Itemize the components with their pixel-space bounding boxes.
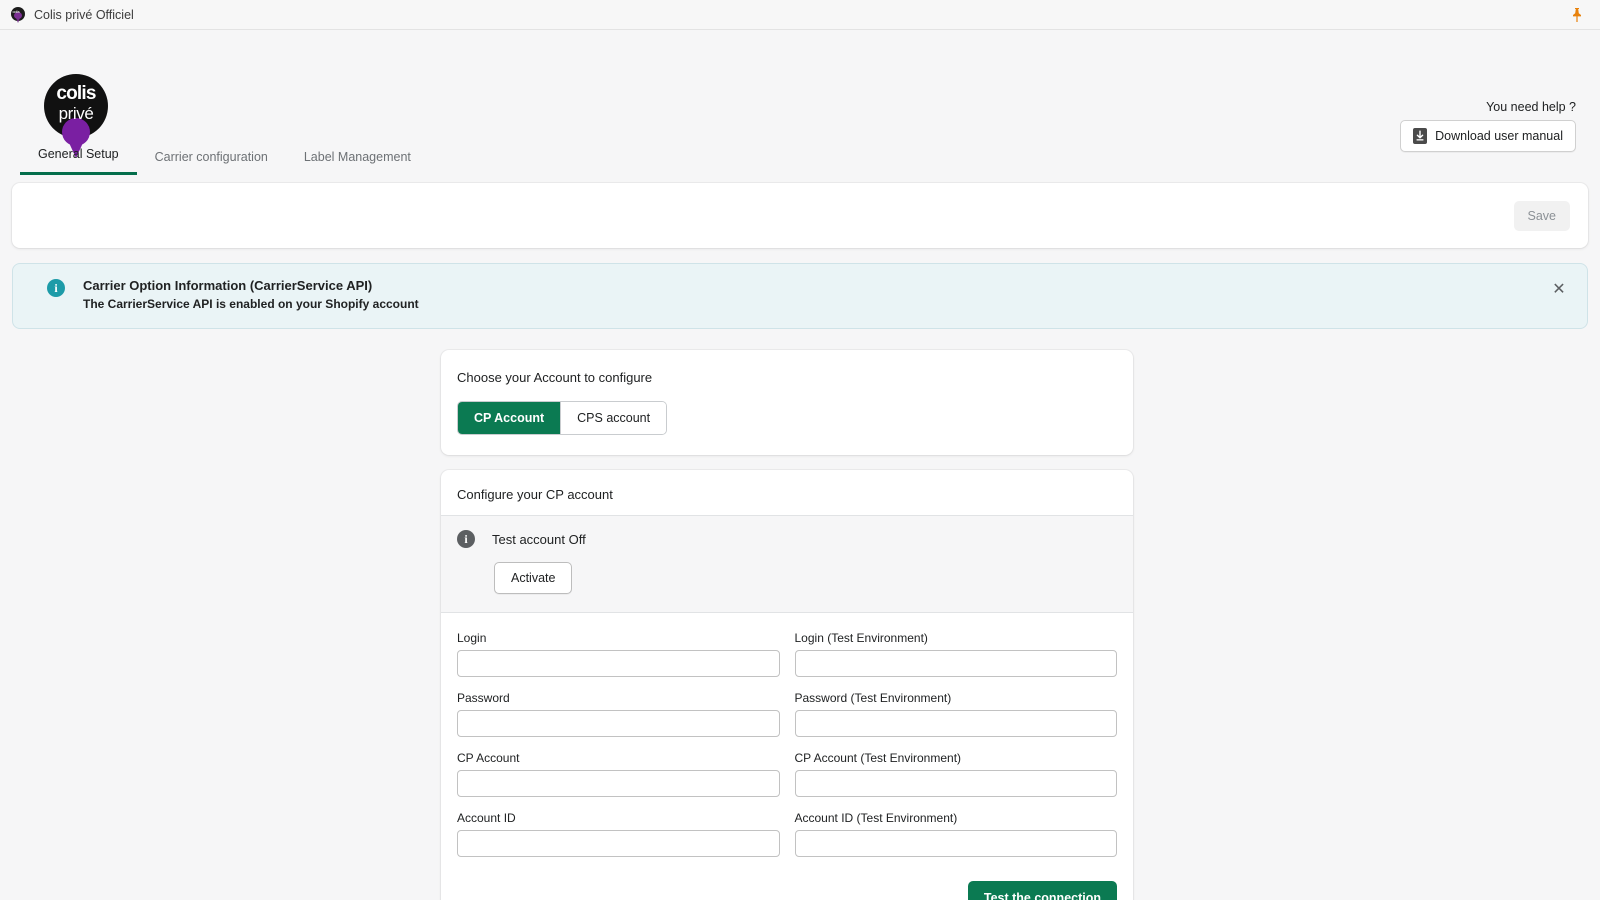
segment-cp-account[interactable]: CP Account [458,402,561,434]
field-label-login-test: Login (Test Environment) [795,631,1118,645]
main-tabs: General Setup Carrier configuration Labe… [20,137,429,175]
credentials-form: Login Login (Test Environment) Password … [441,613,1133,900]
test-account-panel: i Test account Off Activate [441,515,1133,613]
login-test-input[interactable] [795,650,1118,677]
field-label-password-test: Password (Test Environment) [795,691,1118,705]
app-root: colis privé You need help ? Download use… [0,30,1600,900]
segment-cps-account[interactable]: CPS account [561,402,666,434]
logo-line-1: colis [40,84,112,103]
account-id-input[interactable] [457,830,780,857]
help-label: You need help ? [1400,100,1576,114]
field-cp-account: CP Account [457,751,780,797]
cp-account-input[interactable] [457,770,780,797]
tab-carrier-configuration[interactable]: Carrier configuration [137,140,286,175]
login-input[interactable] [457,650,780,677]
activate-button[interactable]: Activate [494,562,572,594]
save-button[interactable]: Save [1514,201,1571,231]
account-id-test-input[interactable] [795,830,1118,857]
info-icon: i [47,279,65,297]
app-header: colis privé You need help ? Download use… [0,30,1600,175]
field-login-test: Login (Test Environment) [795,631,1118,677]
test-account-row: i Test account Off [457,530,1117,548]
field-account-id-test: Account ID (Test Environment) [795,811,1118,857]
download-user-manual-label: Download user manual [1435,129,1563,143]
field-login: Login [457,631,780,677]
field-cp-account-test: CP Account (Test Environment) [795,751,1118,797]
test-the-connection-button[interactable]: Test the connection [968,881,1117,900]
favicon-wordmark: colis [13,9,20,14]
field-label-cp-account: CP Account [457,751,780,765]
info-icon-grey: i [457,530,475,548]
browser-tab-title[interactable]: Colis privé Officiel [34,8,134,22]
banner-title: Carrier Option Information (CarrierServi… [83,278,1549,293]
close-icon[interactable]: ✕ [1549,279,1569,299]
pin-icon [1570,7,1584,23]
field-label-login: Login [457,631,780,645]
field-label-account-id: Account ID [457,811,780,825]
banner-text: Carrier Option Information (CarrierServi… [83,278,1549,311]
field-label-account-id-test: Account ID (Test Environment) [795,811,1118,825]
field-password: Password [457,691,780,737]
account-type-segmented-control: CP Account CPS account [457,401,667,435]
test-account-status: Test account Off [492,532,586,547]
password-test-input[interactable] [795,710,1118,737]
choose-account-title: Choose your Account to configure [457,370,1117,385]
center-column: Choose your Account to configure CP Acco… [441,350,1133,900]
configure-cp-account-card: Configure your CP account i Test account… [441,470,1133,900]
tab-general-setup[interactable]: General Setup [20,137,137,175]
tab-label-management[interactable]: Label Management [286,140,429,175]
field-account-id: Account ID [457,811,780,857]
configure-card-title: Configure your CP account [441,470,1133,515]
favicon-colis-prive: colis [10,7,26,23]
logo-line-2: privé [40,105,112,122]
field-password-test: Password (Test Environment) [795,691,1118,737]
pin-tab-icon[interactable] [1568,6,1586,24]
download-user-manual-button[interactable]: Download user manual [1400,120,1576,152]
save-bar: Save [12,183,1588,248]
banner-subtitle: The CarrierService API is enabled on you… [83,297,1549,311]
carrier-option-banner: i Carrier Option Information (CarrierSer… [12,263,1588,329]
password-input[interactable] [457,710,780,737]
cp-account-test-input[interactable] [795,770,1118,797]
choose-account-card: Choose your Account to configure CP Acco… [441,350,1133,455]
help-section: You need help ? Download user manual [1400,100,1576,152]
field-label-password: Password [457,691,780,705]
browser-tab-strip: colis Colis privé Officiel [0,0,1600,30]
form-actions: Test the connection [457,881,1117,900]
download-icon [1413,128,1427,144]
field-label-cp-account-test: CP Account (Test Environment) [795,751,1118,765]
